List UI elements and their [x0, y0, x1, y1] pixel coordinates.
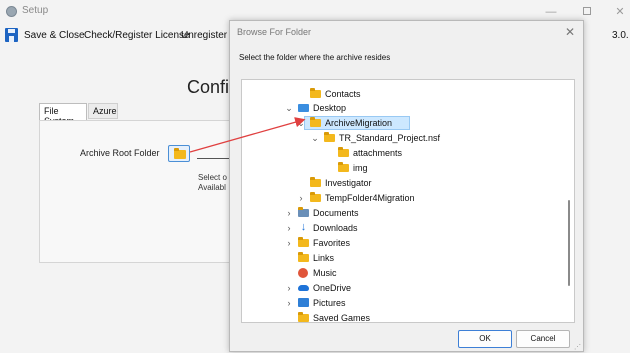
chevron-right-icon[interactable]: ›: [285, 281, 293, 295]
folder-icon: [338, 162, 349, 172]
archive-root-path-field[interactable]: [197, 158, 233, 159]
folder-tree[interactable]: Contacts ⌄ Desktop ⌄ ArchiveMigration ⌄ …: [241, 79, 575, 323]
tree-item-desktop[interactable]: ⌄ Desktop: [242, 101, 574, 115]
folder-icon: [338, 147, 349, 157]
tree-item-links[interactable]: Links: [242, 251, 574, 265]
tree-item-attachments[interactable]: attachments: [242, 146, 574, 160]
check-register-license-menu-item[interactable]: Check/Register License: [84, 30, 190, 41]
version-label: 3.0.: [612, 30, 629, 41]
dialog-instruction: Select the folder where the archive resi…: [239, 53, 391, 62]
browse-folder-button[interactable]: [168, 145, 190, 162]
chevron-right-icon[interactable]: ›: [297, 191, 305, 205]
maximize-button[interactable]: [578, 4, 596, 20]
tree-item-tempfolder4migration[interactable]: › TempFolder4Migration: [242, 191, 574, 205]
tree-scrollbar[interactable]: [568, 200, 570, 286]
folder-icon: [310, 192, 321, 202]
tree-item-documents[interactable]: › Documents: [242, 206, 574, 220]
tree-item-favorites[interactable]: › Favorites: [242, 236, 574, 250]
dialog-close-button[interactable]: ✕: [563, 25, 577, 39]
tree-item-label: Documents: [313, 208, 359, 218]
folder-icon: [310, 177, 321, 187]
cancel-button[interactable]: Cancel: [516, 330, 570, 348]
tab-azure[interactable]: Azure: [88, 103, 118, 119]
chevron-down-icon[interactable]: ⌄: [285, 101, 293, 115]
download-icon: ↓: [300, 221, 307, 233]
tree-item-archivemigration[interactable]: ⌄ ArchiveMigration: [242, 116, 574, 130]
chevron-right-icon[interactable]: ›: [285, 296, 293, 310]
music-icon: [298, 268, 308, 278]
chevron-right-icon[interactable]: ›: [285, 221, 293, 235]
archive-root-folder-label: Archive Root Folder: [80, 148, 160, 158]
select-hint-text: Select o Availabl: [198, 173, 227, 193]
tree-item-label: Music: [313, 268, 337, 278]
pictures-icon: [298, 298, 309, 307]
folder-icon: [174, 148, 186, 159]
chevron-right-icon[interactable]: ›: [285, 206, 293, 220]
browse-for-folder-dialog: Browse For Folder ✕ Select the folder wh…: [229, 20, 584, 352]
tree-item-onedrive[interactable]: › OneDrive: [242, 281, 574, 295]
tree-item-label: Saved Games: [313, 313, 371, 323]
tree-item-label: attachments: [353, 148, 403, 158]
tree-item-label: Favorites: [313, 238, 351, 248]
tree-item-downloads[interactable]: › ↓ Downloads: [242, 221, 574, 235]
folder-icon: [310, 117, 321, 127]
chevron-right-icon[interactable]: ›: [285, 236, 293, 250]
save-close-menu-item[interactable]: Save & Close: [24, 30, 85, 41]
tree-item-contacts[interactable]: Contacts: [242, 87, 574, 101]
tree-item-label: Pictures: [313, 298, 346, 308]
folder-icon: [298, 312, 309, 322]
setup-app-icon: [6, 6, 17, 17]
ok-button[interactable]: OK: [458, 330, 512, 348]
select-hint-line-1: Select o: [198, 173, 227, 182]
tree-item-label: Links: [313, 253, 335, 263]
tab-file-system[interactable]: File System: [39, 103, 87, 126]
desktop-icon: [298, 104, 309, 112]
close-button[interactable]: ✕: [611, 4, 629, 20]
page-title: Confi: [187, 77, 230, 97]
tree-item-label: Downloads: [313, 223, 358, 233]
documents-icon: [298, 207, 309, 217]
tree-item-label: TempFolder4Migration: [325, 193, 415, 203]
chevron-down-icon[interactable]: ⌄: [297, 116, 305, 130]
tree-item-tr-standard-project[interactable]: ⌄ TR_Standard_Project.nsf: [242, 131, 574, 145]
tree-item-img[interactable]: img: [242, 161, 574, 175]
setup-window-title: Setup: [22, 5, 49, 16]
tree-item-pictures[interactable]: › Pictures: [242, 296, 574, 310]
dialog-title: Browse For Folder: [237, 27, 312, 37]
tree-item-label: ArchiveMigration: [325, 118, 393, 128]
tree-item-label: Investigator: [325, 178, 372, 188]
folder-icon: [324, 132, 335, 142]
tree-item-label: Desktop: [313, 103, 347, 113]
onedrive-icon: [298, 285, 309, 291]
folder-icon: [298, 237, 309, 247]
tree-item-music[interactable]: Music: [242, 266, 574, 280]
tree-item-investigator[interactable]: Investigator: [242, 176, 574, 190]
tree-item-label: Contacts: [325, 89, 361, 99]
minimize-button[interactable]: —: [542, 4, 560, 20]
maximize-icon: [583, 7, 591, 15]
save-icon[interactable]: [5, 28, 18, 42]
folder-icon: [310, 88, 321, 98]
select-hint-line-2: Availabl: [198, 183, 226, 192]
resize-grip-icon[interactable]: ⋰: [574, 343, 581, 351]
tree-item-label: TR_Standard_Project.nsf: [339, 133, 441, 143]
unregister-license-menu-item[interactable]: Unregister L: [181, 30, 235, 41]
tree-item-saved-games[interactable]: Saved Games: [242, 311, 574, 323]
tree-item-label: img: [353, 163, 368, 173]
folder-icon: [298, 252, 309, 262]
chevron-down-icon[interactable]: ⌄: [311, 131, 319, 145]
tree-item-label: OneDrive: [313, 283, 352, 293]
